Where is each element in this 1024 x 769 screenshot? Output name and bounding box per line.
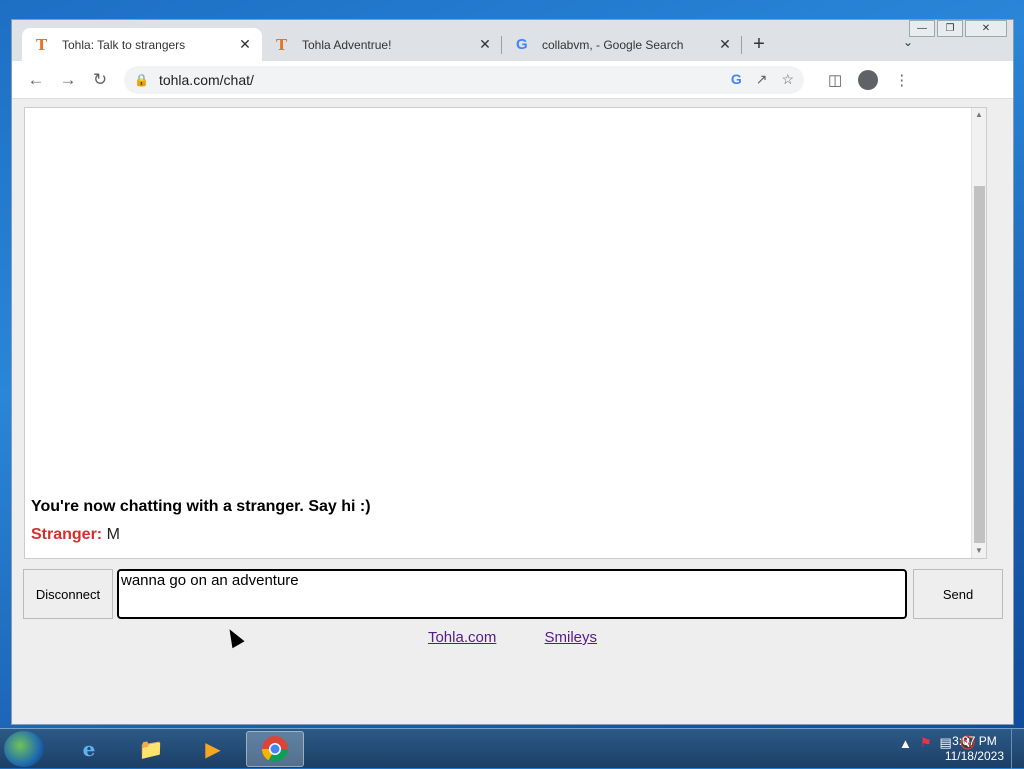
chevron-down-icon[interactable]: ⌄: [903, 35, 913, 49]
chat-status-message: You're now chatting with a stranger. Say…: [31, 498, 371, 515]
url-text[interactable]: tohla.com/chat/: [159, 72, 731, 88]
chat-message: Stranger: M: [31, 526, 120, 544]
profile-avatar[interactable]: [858, 69, 879, 90]
back-button[interactable]: ←: [20, 64, 52, 96]
taskbar: e 📁 ▶ ▲ ⚑ ▤ 🔇 3:07 PM 11/18/2023: [0, 728, 1024, 769]
chrome-icon[interactable]: [246, 731, 304, 767]
file-explorer-icon[interactable]: 📁: [122, 731, 180, 767]
side-panel-icon[interactable]: ◫: [828, 71, 842, 89]
scroll-thumb[interactable]: [974, 186, 985, 543]
chat-log: You're now chatting with a stranger. Say…: [24, 107, 987, 559]
send-button[interactable]: Send: [913, 569, 1003, 619]
google-lens-icon[interactable]: G: [731, 71, 742, 88]
bookmark-star-icon[interactable]: ☆: [781, 71, 794, 88]
reload-button[interactable]: ↻: [84, 64, 116, 96]
smileys-link[interactable]: Smileys: [545, 629, 598, 646]
tab-title: Tohla Adventrue!: [302, 37, 392, 52]
tab-google-search[interactable]: G collabvm, - Google Search ✕: [502, 28, 742, 61]
disconnect-button[interactable]: Disconnect: [23, 569, 113, 619]
footer-links: Tohla.com Smileys: [12, 629, 1013, 646]
close-window-button[interactable]: ✕: [965, 20, 1007, 37]
tohla-favicon-icon: T: [276, 35, 288, 54]
scroll-down-icon[interactable]: ▼: [972, 544, 986, 558]
browser-toolbar: ← → ↻ 🔒 tohla.com/chat/ G ↗ ☆ ◫ ⋮: [12, 61, 1013, 99]
clock[interactable]: 3:07 PM 11/18/2023: [945, 734, 1004, 764]
action-center-icon[interactable]: ⚑: [920, 735, 932, 751]
restore-button[interactable]: ❐: [937, 20, 963, 37]
window-controls: — ❐ ✕: [907, 20, 1007, 37]
message-sender: Stranger:: [31, 526, 103, 543]
show-desktop-button[interactable]: [1011, 729, 1024, 769]
chrome-logo-icon: [261, 736, 289, 763]
message-text: M: [106, 526, 120, 543]
tohla-home-link[interactable]: Tohla.com: [428, 629, 496, 646]
media-player-icon[interactable]: ▶: [184, 731, 242, 767]
tab-tohla-chat[interactable]: T Tohla: Talk to strangers ✕: [22, 28, 262, 61]
share-icon[interactable]: ↗: [756, 71, 768, 88]
forward-button[interactable]: →: [52, 64, 84, 96]
close-icon[interactable]: ✕: [478, 36, 492, 53]
clock-date: 11/18/2023: [944, 749, 1004, 763]
new-tab-button[interactable]: +: [742, 28, 776, 61]
close-icon[interactable]: ✕: [238, 36, 252, 53]
start-button[interactable]: [4, 731, 44, 767]
show-hidden-icons-icon[interactable]: ▲: [899, 736, 912, 751]
message-input[interactable]: wanna go on an adventure: [117, 569, 907, 619]
tab-title: collabvm, - Google Search: [542, 37, 684, 52]
google-favicon-icon: G: [516, 36, 528, 53]
internet-explorer-icon[interactable]: e: [60, 731, 118, 767]
address-bar[interactable]: 🔒 tohla.com/chat/ G ↗ ☆: [124, 65, 804, 94]
page-viewport: You're now chatting with a stranger. Say…: [12, 99, 1013, 724]
tab-separator: [741, 36, 742, 54]
close-icon[interactable]: ✕: [718, 36, 732, 53]
scroll-up-icon[interactable]: ▲: [972, 108, 986, 122]
tohla-favicon-icon: T: [36, 35, 48, 54]
menu-dots-icon[interactable]: ⋮: [894, 71, 909, 89]
chat-controls: Disconnect wanna go on an adventure Send: [23, 569, 1003, 619]
tab-strip: T Tohla: Talk to strangers ✕ T Tohla Adv…: [22, 28, 776, 61]
browser-window: — ❐ ✕ T Tohla: Talk to strangers ✕ T Toh…: [11, 19, 1014, 725]
chat-scrollbar[interactable]: ▲ ▼: [971, 108, 986, 558]
tab-tohla-adventure[interactable]: T Tohla Adventrue! ✕: [262, 28, 502, 61]
clock-time: 3:07 PM: [952, 734, 997, 748]
tab-title: Tohla: Talk to strangers: [62, 37, 186, 52]
lock-icon[interactable]: 🔒: [134, 73, 149, 87]
